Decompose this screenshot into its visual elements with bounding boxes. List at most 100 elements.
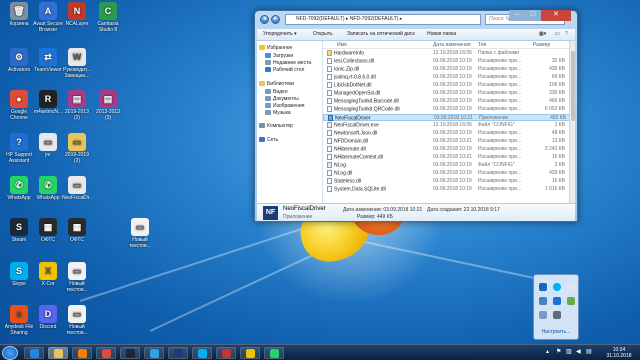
nav-item[interactable]: Документы	[265, 96, 299, 102]
nav-item[interactable]: Библиотеки	[259, 81, 294, 87]
nav-item[interactable]: Музыка	[265, 110, 291, 116]
volume-icon[interactable]: ◀	[576, 349, 582, 355]
keyboard-layout-icon[interactable]: ▤	[586, 349, 592, 355]
taskbar-app-whatsapp[interactable]	[264, 347, 284, 359]
taskbar-app-steam[interactable]	[120, 347, 140, 359]
file-row[interactable]: Iesi.Collections.dll 03.09.2018 10:15 Расш…	[323, 58, 575, 65]
title-bar[interactable]: ◂ ▸ NFD-7092(DEFAULT) ▸ NFD-7092(DEFAULT…	[255, 10, 577, 27]
nav-item[interactable]: Избранное	[259, 45, 292, 51]
desktop-icon[interactable]: ▦ ОФТС	[33, 218, 63, 243]
forward-button[interactable]: ▸	[271, 15, 280, 24]
file-row[interactable]: NLog.dll 03.09.2018 10:15 Расширение при..…	[323, 170, 575, 177]
desktop-icon[interactable]: ⚙ Activators	[4, 48, 34, 73]
desktop-icon[interactable]: ● Google Chrome	[4, 90, 34, 121]
close-button[interactable]: ✕	[541, 10, 571, 21]
file-row[interactable]: Ionic.Zip.dll 03.09.2018 10:15 Расширение …	[323, 66, 575, 73]
desktop-icon[interactable]: ▦ ОФТС	[62, 218, 92, 243]
scrollbar-thumb[interactable]	[571, 51, 575, 121]
nav-item[interactable]: Загрузки	[265, 53, 293, 59]
usb-icon[interactable]	[553, 311, 561, 319]
nav-item[interactable]: Рабочий стол	[265, 67, 304, 73]
taskbar-app-telegram[interactable]	[144, 347, 164, 359]
desktop-icon[interactable]: ▭ jnr	[33, 133, 63, 158]
desktop-icon[interactable]: D Discord	[33, 305, 63, 330]
network-icon[interactable]: ▥	[566, 349, 572, 355]
desktop-icon[interactable]: ▭ NeoFiscalDr...	[62, 176, 92, 201]
file-row[interactable]: System.Data.SQLite.dll 03.09.2018 10:15 Ра…	[323, 186, 575, 193]
file-row[interactable]: NeoFiscalDriver.exe 12.10.2018 16:05 Файл …	[323, 122, 575, 129]
taskbar-app-skype[interactable]	[192, 347, 212, 359]
taskbar-app-ie[interactable]	[24, 347, 44, 359]
column-header-name[interactable]: Имя	[337, 42, 347, 48]
file-row[interactable]: NHibernate.dll 03.09.2018 10:15 Расширение…	[323, 146, 575, 153]
address-bar[interactable]: NFD-7092(DEFAULT) ▸ NFD-7092(DEFAULT) ▸	[285, 14, 481, 25]
file-row[interactable]: HardwareInfo 12.10.2018 16:05 Папка с файл…	[323, 50, 575, 57]
desktop-icon[interactable]: ▤ 2019-2013 (2)	[62, 90, 92, 121]
cloud-icon[interactable]	[567, 283, 575, 291]
mail-icon[interactable]	[539, 297, 547, 305]
preview-pane-icon[interactable]: ▭	[555, 31, 560, 37]
file-row[interactable]: NHibernateContext.dll 03.09.2018 10:21 Рас…	[323, 154, 575, 161]
maximize-button[interactable]: □	[525, 10, 541, 21]
bluetooth-icon[interactable]	[539, 283, 547, 291]
desktop-icon[interactable]: ? HP Support Assistant	[4, 133, 34, 164]
minimize-button[interactable]: –	[509, 10, 525, 21]
desktop-icon[interactable]: a Anydesk File Sharing	[4, 305, 34, 336]
desktop-icon[interactable]: ▭ Новый текстов...	[62, 262, 92, 293]
column-header-size[interactable]: Размер	[533, 42, 550, 48]
desktop-icon[interactable]: A Avast Secure Browser	[33, 2, 63, 33]
desktop-icon[interactable]: ▭ Новый текстов...	[62, 305, 92, 336]
organize-button[interactable]: Упорядочить ▾	[263, 31, 297, 37]
nav-item[interactable]: Сеть	[259, 137, 278, 143]
explorer-window[interactable]: ◂ ▸ NFD-7092(DEFAULT) ▸ NFD-7092(DEFAULT…	[254, 10, 578, 222]
desktop-icon[interactable]: ▭ 2019-2019 (2)	[62, 133, 92, 164]
nav-item[interactable]: Видео	[265, 89, 288, 95]
new-folder-button[interactable]: Новая папка	[427, 31, 456, 37]
start-button[interactable]	[2, 346, 18, 360]
taskbar-app-chrome[interactable]	[96, 347, 116, 359]
desktop-icon[interactable]: ✆ WhatsApp	[33, 176, 63, 201]
view-icon[interactable]: ▦▾	[539, 31, 546, 37]
taskbar-app-explorer[interactable]	[48, 347, 68, 359]
file-row[interactable]: NeoFiscalDriver 03.09.2018 10:21 Приложени…	[323, 114, 575, 121]
taskbar-app-neofiscal[interactable]	[168, 347, 188, 359]
vertical-scrollbar[interactable]	[569, 41, 575, 203]
file-row[interactable]: ManagedOpenSsl.dll 03.09.2018 10:15 Расшир…	[323, 90, 575, 97]
taskbar-app-ncalayer[interactable]	[216, 347, 236, 359]
battery-icon[interactable]	[567, 297, 575, 305]
file-row[interactable]: Stateless.dll 03.09.2018 10:15 Расширение …	[323, 178, 575, 185]
file-row[interactable]: NFDDomain.dll 03.09.2018 10:21 Расширение …	[323, 138, 575, 145]
file-row[interactable]: NLog 03.09.2018 10:15 Файл "CONFIG" 2 КБ	[323, 162, 575, 169]
file-row[interactable]: LibUsbDotNet.dll 03.09.2018 10:15 Расширен…	[323, 82, 575, 89]
file-row[interactable]: Newtonsoft.Json.dll 03.09.2018 10:15 Расши…	[323, 130, 575, 137]
desktop-icon[interactable]: S Skype	[4, 262, 34, 287]
desktop-icon[interactable]: N NCALayer	[62, 2, 92, 27]
column-header-date[interactable]: Дата изменения	[433, 42, 471, 48]
taskbar-app-media-player[interactable]	[72, 347, 92, 359]
skype-icon[interactable]	[553, 283, 561, 291]
nav-item[interactable]: Компьютер	[259, 123, 293, 129]
flag-icon[interactable]: ⚑	[556, 349, 562, 355]
teamviewer-icon[interactable]	[553, 297, 561, 305]
back-button[interactable]: ◂	[260, 15, 269, 24]
column-header-type[interactable]: Тип	[478, 42, 486, 48]
file-row[interactable]: jsxlinq.rt-0.8.6.0.dll 03.09.2018 10:15 Ра…	[323, 74, 575, 81]
desktop-icon[interactable]: 🗑 Корзина	[4, 2, 34, 27]
configure-tray-link[interactable]: Настроить...	[534, 329, 578, 335]
desktop-icon[interactable]: X X-Cor	[33, 262, 63, 287]
desktop-icon[interactable]: ⇄ TeamViewer	[33, 48, 63, 73]
monitor-icon[interactable]	[539, 311, 547, 319]
desktop-icon[interactable]: C Camtasia Studio 8	[93, 2, 123, 33]
file-row[interactable]: MessagingToolkit.QRCode.dll 03.09.2018 10…	[323, 106, 575, 113]
burn-button[interactable]: Записать на оптический диск	[347, 31, 415, 37]
desktop-icon[interactable]: W Руководит... Завещан...	[62, 48, 92, 79]
desktop-icon[interactable]: Rm4aetmcN...	[33, 90, 63, 115]
taskbar-app-xcor[interactable]	[240, 347, 260, 359]
desktop-icon[interactable]: ✆ WhatsApp	[4, 176, 34, 201]
desktop-icon[interactable]: ▤ 2013-2013 (3)	[93, 90, 123, 121]
help-icon[interactable]: ?	[565, 31, 568, 37]
tray-expand-icon[interactable]: ▴	[546, 349, 552, 355]
desktop-icon[interactable]: S Steam	[4, 218, 34, 243]
clock[interactable]: 10:34 31.10.2018	[600, 347, 638, 359]
file-row[interactable]: MessagingToolkit.Barcode.dll 03.09.2018 1…	[323, 98, 575, 105]
